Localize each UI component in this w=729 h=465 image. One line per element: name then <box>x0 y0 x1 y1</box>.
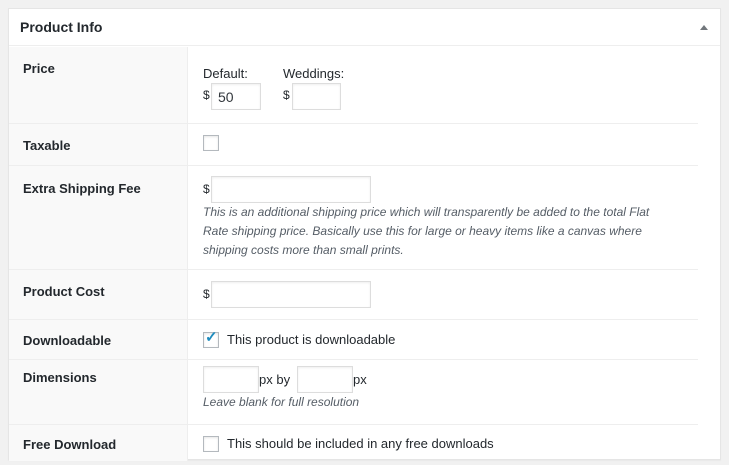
downloadable-fields: ✓ This product is downloadable <box>188 320 698 359</box>
default-price-input[interactable] <box>211 83 261 110</box>
width-input[interactable] <box>203 366 259 393</box>
taxable-fields <box>188 124 698 165</box>
free-download-label: Free Download <box>9 425 188 461</box>
product-cost-input[interactable] <box>211 281 371 308</box>
px-label: px <box>353 372 367 387</box>
taxable-label: Taxable <box>9 124 188 165</box>
dimensions-fields: px by px Leave blank for full resolution <box>188 360 698 424</box>
free-download-fields: This should be included in any free down… <box>188 425 698 461</box>
checkmark-icon: ✓ <box>205 329 218 346</box>
shipping-currency-symbol: $ <box>203 182 210 196</box>
shipping-description: This is an additional shipping price whi… <box>203 205 650 257</box>
row-taxable: Taxable <box>9 124 698 166</box>
taxable-checkbox[interactable] <box>203 135 219 151</box>
extra-shipping-fee-fields: $ This is an additional shipping price w… <box>188 166 698 269</box>
cost-currency-symbol: $ <box>203 287 210 301</box>
weddings-price-label: Weddings: <box>283 66 345 81</box>
default-price-label: Default: <box>203 66 248 81</box>
row-downloadable: Downloadable ✓ This product is downloada… <box>9 320 698 360</box>
panel-title: Product Info <box>20 19 103 35</box>
row-product-cost: Product Cost $ <box>9 270 698 320</box>
product-cost-label: Product Cost <box>9 270 188 319</box>
weddings-currency-symbol: $ <box>283 88 290 102</box>
default-currency-symbol: $ <box>203 88 210 102</box>
product-info-panel: Product Info Price Default: $ Weddings: … <box>8 8 721 461</box>
row-free-download: Free Download This should be included in… <box>9 425 698 461</box>
px-by-label: px by <box>259 372 291 387</box>
height-input[interactable] <box>297 366 353 393</box>
row-price: Price Default: $ Weddings: $ <box>9 47 698 124</box>
downloadable-checkbox[interactable]: ✓ <box>203 329 219 348</box>
panel-header[interactable]: Product Info <box>9 9 720 46</box>
extra-shipping-fee-input[interactable] <box>211 176 371 203</box>
weddings-price-input[interactable] <box>292 83 341 110</box>
extra-shipping-fee-label: Extra Shipping Fee <box>9 166 188 269</box>
free-download-checkbox-label[interactable]: This should be included in any free down… <box>227 436 494 451</box>
row-extra-shipping-fee: Extra Shipping Fee $ This is an addition… <box>9 166 698 270</box>
downloadable-checkbox-label[interactable]: This product is downloadable <box>227 332 395 347</box>
product-info-form: Price Default: $ Weddings: $ Taxable Ext… <box>9 47 698 461</box>
product-cost-fields: $ <box>188 270 698 319</box>
free-download-checkbox[interactable] <box>203 436 219 452</box>
price-fields: Default: $ Weddings: $ <box>188 47 698 123</box>
row-dimensions: Dimensions px by px Leave blank for full… <box>9 360 698 425</box>
collapse-toggle-icon[interactable] <box>700 24 708 30</box>
downloadable-label: Downloadable <box>9 320 188 359</box>
price-label: Price <box>9 47 188 123</box>
dimensions-label: Dimensions <box>9 360 188 424</box>
dimensions-description: Leave blank for full resolution <box>203 395 360 409</box>
